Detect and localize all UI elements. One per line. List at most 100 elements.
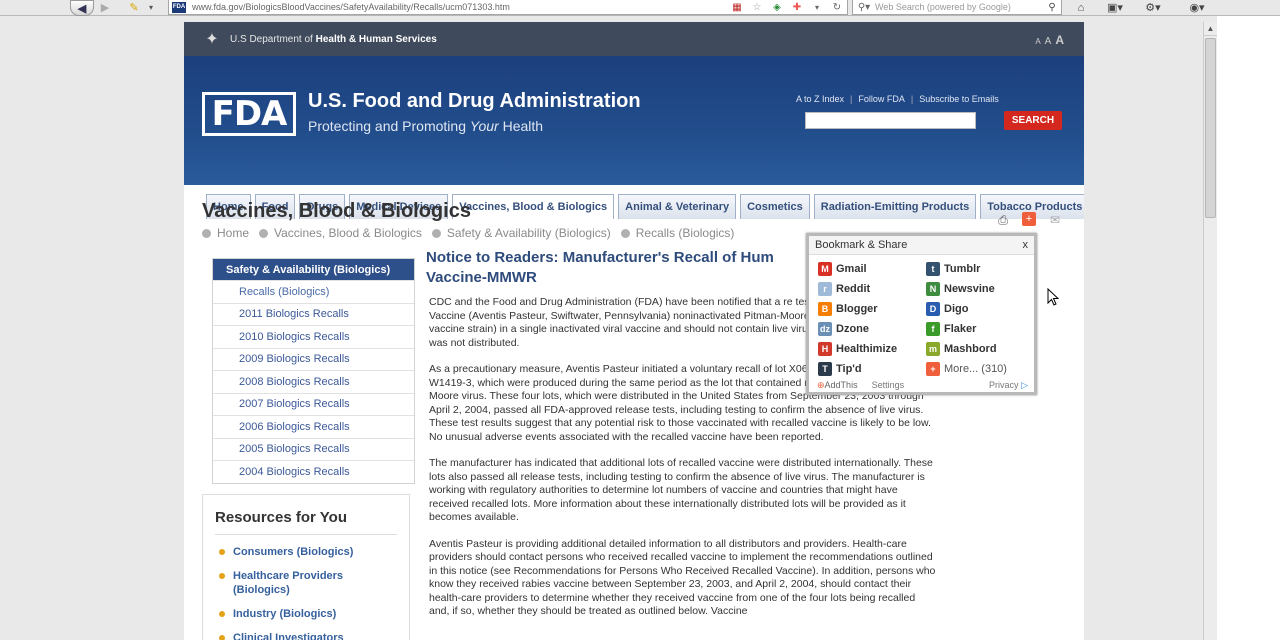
top-links: A to Z Index | Follow FDA | Subscribe to E… bbox=[796, 94, 999, 104]
nav-tab[interactable]: Cosmetics bbox=[740, 194, 810, 219]
share-services: M Gmail t Tumblr r Reddit N Newsvine B Blogger D Di… bbox=[809, 255, 1034, 377]
resource-link[interactable]: Consumers (Biologics) bbox=[233, 545, 353, 559]
share-service[interactable]: N Newsvine bbox=[926, 281, 1034, 297]
share-service[interactable]: t Tumblr bbox=[926, 261, 1034, 277]
settings-link[interactable]: Settings bbox=[872, 380, 905, 390]
chrome-menu-icon[interactable]: ◉▾ bbox=[1186, 0, 1208, 15]
leftnav-heading[interactable]: Safety & Availability (Biologics) bbox=[213, 259, 414, 280]
nav-tab[interactable]: Vaccines, Blood & Biologics bbox=[452, 194, 615, 219]
nav-tab[interactable]: Radiation-Emitting Products bbox=[813, 194, 977, 219]
privacy-link[interactable]: Privacy ▷ bbox=[989, 380, 1028, 391]
agency-name[interactable]: U.S. Food and Drug Administration bbox=[308, 90, 641, 113]
share-service-label: Blogger bbox=[836, 303, 878, 315]
breadcrumb-item[interactable]: Home bbox=[217, 226, 249, 240]
resources-list: Consumers (Biologics) Healthcare Provider… bbox=[215, 545, 397, 640]
share-service[interactable]: f Flaker bbox=[926, 321, 1034, 337]
back-arrow-icon[interactable]: ◀ bbox=[70, 0, 94, 16]
nav-tab[interactable]: Animal & Veterinary bbox=[618, 194, 737, 219]
bookmarks-icon[interactable]: ▣▾ bbox=[1104, 0, 1126, 15]
leftnav-item[interactable]: 2006 Biologics Recalls bbox=[213, 415, 414, 438]
leftnav-item[interactable]: 2008 Biologics Recalls bbox=[213, 370, 414, 393]
leftnav-item[interactable]: Recalls (Biologics) bbox=[213, 280, 414, 303]
left-navigation: Safety & Availability (Biologics) Recall… bbox=[212, 258, 415, 484]
share-service[interactable]: H Healthimize bbox=[818, 341, 926, 357]
search-button[interactable]: SEARCH bbox=[1004, 111, 1062, 130]
text-size-large[interactable]: A bbox=[1055, 33, 1064, 47]
leftnav-item[interactable]: 2005 Biologics Recalls bbox=[213, 437, 414, 461]
email-icon[interactable]: ✉ bbox=[1046, 212, 1064, 228]
browser-toolbar: ◀ ▶ ✎ ▾ FDA www.fda.gov/BiologicsBloodVa… bbox=[0, 0, 1280, 16]
star-icon[interactable]: ☆ bbox=[749, 1, 765, 14]
leftnav-item[interactable]: 2004 Biologics Recalls bbox=[213, 460, 414, 483]
share-service-label: Reddit bbox=[836, 283, 871, 295]
chevron-down-icon[interactable]: ▾ bbox=[146, 0, 156, 15]
leftnav-item[interactable]: 2011 Biologics Recalls bbox=[213, 302, 414, 326]
privacy-label: Privacy bbox=[989, 379, 1019, 390]
share-service[interactable]: + More... (310) bbox=[926, 361, 1034, 377]
close-icon[interactable]: x bbox=[1023, 239, 1029, 251]
web-search-input[interactable]: ⚲▾ Web Search (powered by Google) ⚲ bbox=[852, 0, 1062, 15]
breadcrumb-item[interactable]: Recalls (Biologics) bbox=[636, 226, 735, 240]
share-service[interactable]: r Reddit bbox=[818, 281, 926, 297]
share-icon[interactable]: ◈ bbox=[769, 1, 785, 14]
more-plus-icon: + bbox=[926, 362, 940, 376]
resource-item[interactable]: Industry (Biologics) bbox=[215, 607, 397, 621]
reload-icon[interactable]: ↻ bbox=[829, 1, 845, 14]
link-follow-fda[interactable]: Follow FDA bbox=[858, 94, 905, 104]
resources-box: Resources for You Consumers (Biologics) H… bbox=[202, 494, 410, 640]
addthis-link[interactable]: ⊕AddThis bbox=[817, 380, 858, 391]
share-plus-icon[interactable]: + bbox=[1022, 212, 1036, 226]
resource-item[interactable]: Clinical Investigators bbox=[215, 631, 397, 640]
share-service-label: Flaker bbox=[944, 323, 977, 335]
pencil-icon[interactable]: ✎ bbox=[126, 0, 142, 15]
leftnav-item[interactable]: 2009 Biologics Recalls bbox=[213, 347, 414, 371]
search-icon: ⚲▾ bbox=[857, 1, 871, 13]
breadcrumb-bullet-icon bbox=[202, 228, 211, 238]
print-icon[interactable]: ⎙ bbox=[994, 212, 1012, 228]
healthimize-icon: H bbox=[818, 342, 832, 356]
address-bar[interactable]: FDA www.fda.gov/BiologicsBloodVaccines/S… bbox=[168, 0, 848, 15]
home-icon[interactable]: ⌂ bbox=[1070, 0, 1092, 15]
site-search-input[interactable] bbox=[805, 112, 976, 129]
scrollbar-thumb[interactable] bbox=[1205, 38, 1216, 218]
tagline-post: Health bbox=[502, 118, 544, 134]
share-service-label: Digo bbox=[944, 303, 969, 315]
forward-arrow-icon[interactable]: ▶ bbox=[96, 0, 114, 15]
breadcrumb-item[interactable]: Safety & Availability (Biologics) bbox=[447, 226, 611, 240]
hhs-title[interactable]: U.S Department of Health & Human Service… bbox=[230, 34, 437, 45]
resource-item[interactable]: Healthcare Providers (Biologics) bbox=[215, 569, 397, 597]
share-service[interactable]: B Blogger bbox=[818, 301, 926, 317]
share-service[interactable]: dz Dzone bbox=[818, 321, 926, 337]
link-separator: | bbox=[910, 94, 914, 104]
vertical-scrollbar[interactable]: ▲ bbox=[1203, 22, 1217, 640]
hhs-prefix: U.S Department of bbox=[230, 33, 313, 45]
resource-link[interactable]: Clinical Investigators bbox=[233, 631, 344, 640]
resource-link[interactable]: Healthcare Providers (Biologics) bbox=[233, 569, 397, 597]
link-subscribe[interactable]: Subscribe to Emails bbox=[919, 94, 999, 104]
text-size-medium[interactable]: A bbox=[1045, 36, 1052, 47]
share-service[interactable]: m Mashbord bbox=[926, 341, 1034, 357]
reddit-icon: r bbox=[818, 282, 832, 296]
scroll-up-icon[interactable]: ▲ bbox=[1204, 22, 1217, 36]
tools-icon[interactable]: ⚙▾ bbox=[1142, 0, 1164, 15]
share-service-label: Tip'd bbox=[836, 363, 862, 375]
leftnav-item[interactable]: 2007 Biologics Recalls bbox=[213, 392, 414, 416]
hhs-name: Health & Human Services bbox=[315, 33, 437, 45]
resource-link[interactable]: Industry (Biologics) bbox=[233, 607, 336, 621]
page-tools: ⎙ + ✉ bbox=[994, 212, 1064, 228]
text-size-small[interactable]: A bbox=[1035, 37, 1040, 46]
link-a-to-z[interactable]: A to Z Index bbox=[796, 94, 844, 104]
leftnav-item[interactable]: 2010 Biologics Recalls bbox=[213, 325, 414, 348]
dropdown-icon[interactable]: ▾ bbox=[809, 1, 825, 14]
share-service[interactable]: M Gmail bbox=[818, 261, 926, 277]
fda-logo[interactable]: FDA bbox=[202, 92, 296, 136]
breadcrumb-item[interactable]: Vaccines, Blood & Biologics bbox=[274, 226, 422, 240]
share-service[interactable]: D Digo bbox=[926, 301, 1034, 317]
resource-item[interactable]: Consumers (Biologics) bbox=[215, 545, 397, 559]
search-go-icon[interactable]: ⚲ bbox=[1043, 2, 1061, 13]
addthis-plus-icon[interactable]: ✚ bbox=[789, 1, 805, 14]
url-text[interactable]: www.fda.gov/BiologicsBloodVaccines/Safet… bbox=[192, 2, 727, 12]
breadcrumb-bullet-icon bbox=[431, 228, 441, 238]
share-service[interactable]: T Tip'd bbox=[818, 361, 926, 377]
bullet-icon bbox=[219, 549, 225, 555]
